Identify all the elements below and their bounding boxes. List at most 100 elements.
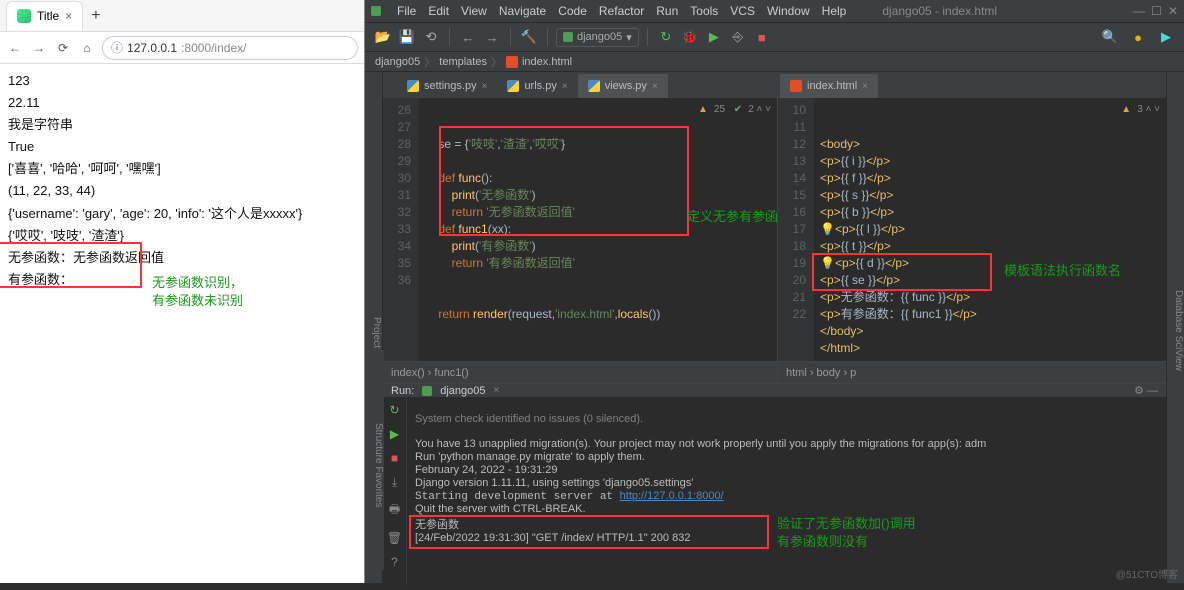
editor-left[interactable]: 2627282930313233343536 ▲25 ✔2 ˄ ˅ se = {… (383, 98, 778, 361)
run-icon[interactable]: ▶ (390, 427, 399, 441)
ide-titlebar: File Edit View Navigate Code Refactor Ru… (365, 0, 1184, 22)
page-line: 我是字符串 (8, 114, 356, 136)
close-icon[interactable]: × (494, 385, 500, 396)
menu-item[interactable]: Run (656, 4, 678, 18)
code-area[interactable]: ▲25 ✔2 ˄ ˅ se = {'吱吱','渣渣','哎哎'} def fun… (419, 98, 777, 361)
gear-icon[interactable]: ⚙ — (1134, 384, 1158, 397)
menu-item[interactable]: Help (822, 4, 847, 18)
print-icon[interactable]: 🖶 (389, 500, 400, 521)
trash-icon[interactable]: 🗑 (387, 531, 402, 545)
debug-icon[interactable]: 🐞 (680, 27, 700, 47)
new-tab-button[interactable]: + (91, 7, 100, 25)
crumb-item[interactable]: templates (439, 56, 487, 68)
annotation-text: 模板语法执行函数名 (1004, 262, 1121, 280)
toolbar: 📂 💾 ⟲ ← → 🔨 django05 ▾ ↻ 🐞 ▶ ⎆ ■ 🔍 ● ▶ (365, 22, 1184, 52)
python-icon (507, 80, 519, 92)
reload-icon[interactable]: ⟳ (54, 41, 72, 55)
chevron-down-icon: ▾ (626, 31, 632, 44)
menu-item[interactable]: View (461, 4, 487, 18)
home-icon[interactable]: ⌂ (78, 41, 96, 55)
more-icon[interactable]: ▶ (1156, 27, 1176, 47)
browser-tab[interactable]: Title × (6, 1, 83, 31)
close-icon[interactable]: × (862, 81, 868, 92)
page-line: (11, 22, 33, 44) (8, 180, 356, 202)
annotation-box (439, 126, 689, 236)
crumb-item[interactable]: django05 (375, 56, 420, 68)
menu-item[interactable]: Window (767, 4, 810, 18)
annotation-box (812, 253, 992, 291)
python-icon (588, 80, 600, 92)
maximize-icon[interactable]: ☐ (1151, 4, 1162, 18)
editor-tab[interactable]: index.html× (780, 74, 878, 98)
close-icon[interactable]: × (482, 81, 488, 92)
run-title: Run: (391, 385, 414, 397)
annotation-text: 无参函数识别， 有参函数未识别 (152, 274, 243, 310)
browser-viewport: 123 22.11 我是字符串 True ['喜喜', '哈哈', '呵呵', … (0, 64, 364, 297)
annotation-box (409, 515, 769, 549)
run-icon[interactable]: ▶ (704, 27, 724, 47)
back-icon[interactable]: ← (6, 41, 24, 55)
page-line: 123 (8, 70, 356, 92)
search-icon[interactable]: 🔍 (1100, 27, 1120, 47)
menu-item[interactable]: Refactor (599, 4, 644, 18)
menu-item[interactable]: Code (558, 4, 587, 18)
watermark: @51CTO博客 (1116, 566, 1178, 581)
favicon (17, 9, 31, 23)
scroll-icon[interactable]: ⤓ (392, 475, 397, 490)
help-icon[interactable]: ? (391, 555, 398, 569)
right-toolwindow-bar[interactable]: Database SciView (1166, 72, 1184, 583)
attach-icon[interactable]: ⎆ (728, 27, 748, 47)
address-bar[interactable]: ⓘ 127.0.0.1:8000/index/ (102, 36, 358, 60)
python-icon (407, 80, 419, 92)
run-output[interactable]: System check identified no issues (0 sil… (407, 397, 1166, 585)
menu-item[interactable]: VCS (730, 4, 755, 18)
editor-tab[interactable]: urls.py× (497, 74, 577, 98)
ide-settings-icon[interactable]: ● (1128, 27, 1148, 47)
annotation-box (0, 242, 142, 288)
code-area[interactable]: ▲3 ˄ ˅ <body> <p>{{ i }}</p> <p>{{ f }}<… (814, 98, 1166, 361)
close-tab-icon[interactable]: × (65, 9, 72, 23)
server-link[interactable]: http://127.0.0.1:8000/ (620, 490, 724, 502)
close-icon[interactable]: × (652, 81, 658, 92)
build-icon[interactable]: 🔨 (519, 27, 539, 47)
inspection-widget[interactable]: ▲3 ˄ ˅ (1121, 101, 1160, 118)
editor-right[interactable]: 10111213141516171819202122 ▲3 ˄ ˅ <body>… (778, 98, 1166, 361)
menu-item[interactable]: Navigate (499, 4, 546, 18)
browser-tabstrip: Title × + (0, 0, 364, 32)
sync-icon[interactable]: ⟲ (421, 27, 441, 47)
stop-icon[interactable]: ■ (391, 451, 398, 465)
line-gutter: 10111213141516171819202122 (778, 98, 814, 361)
menu-item[interactable]: File (397, 4, 416, 18)
stop-icon[interactable]: ■ (752, 27, 772, 47)
info-icon: ⓘ (111, 39, 123, 56)
page-line: {'username': 'gary', 'age': 20, 'info': … (8, 203, 356, 225)
forward-icon[interactable]: → (482, 27, 502, 47)
django-icon (422, 386, 432, 396)
close-icon[interactable]: ✕ (1168, 4, 1178, 18)
editor-tab[interactable]: views.py× (578, 74, 668, 98)
close-icon[interactable]: × (562, 81, 568, 92)
sync-run-icon[interactable]: ↻ (656, 27, 676, 47)
app-icon (371, 6, 381, 16)
run-config-combo[interactable]: django05 ▾ (556, 28, 639, 47)
open-icon[interactable]: 📂 (373, 27, 393, 47)
save-icon[interactable]: 💾 (397, 27, 417, 47)
rerun-icon[interactable]: ↻ (389, 403, 399, 417)
left-toolwindow-bar-lower[interactable]: Structure Favorites (366, 350, 384, 570)
annotation-text: 定义无参有参函数 (687, 208, 791, 226)
page-line: 22.11 (8, 92, 356, 114)
back-icon[interactable]: ← (458, 27, 478, 47)
editor-tab[interactable]: settings.py× (397, 74, 497, 98)
minimize-icon[interactable]: — (1133, 4, 1145, 18)
forward-icon[interactable]: → (30, 41, 48, 55)
crumb-item[interactable]: index.html (522, 56, 572, 68)
run-gutter: ↻ ▶ ■ ⤓ 🖶 🗑 ? (383, 397, 407, 585)
inspection-widget[interactable]: ▲25 ✔2 ˄ ˅ (698, 101, 771, 118)
run-header: Run: django05 × ⚙ — (383, 384, 1166, 397)
project-title: django05 - index.html (882, 4, 997, 18)
menu-item[interactable]: Tools (690, 4, 718, 18)
menu-item[interactable]: Edit (428, 4, 449, 18)
url-host: 127.0.0.1 (127, 41, 177, 55)
html-icon (790, 80, 802, 92)
menu-bar: File Edit View Navigate Code Refactor Ru… (387, 1, 1007, 21)
